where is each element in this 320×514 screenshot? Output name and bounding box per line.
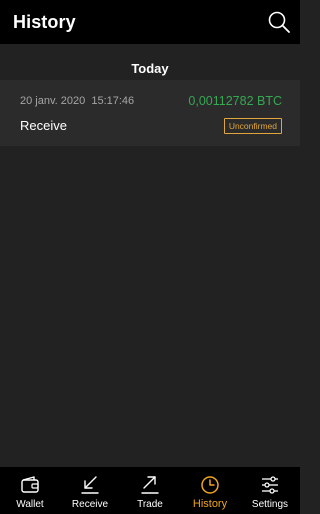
search-icon bbox=[268, 11, 290, 33]
nav-label-settings: Settings bbox=[251, 499, 289, 510]
search-button[interactable] bbox=[266, 9, 292, 35]
bottom-navigation: Wallet Receive Trade History Settings bbox=[0, 467, 300, 514]
status-badge: Unconfirmed bbox=[223, 118, 282, 134]
app-screen: History Today 20 janv. 2020 15:17:46 0,0… bbox=[0, 0, 300, 514]
transaction-type: Receive bbox=[20, 118, 67, 133]
top-bar: History bbox=[0, 0, 300, 44]
transaction-amount: 0,00112782 BTC bbox=[188, 94, 282, 108]
nav-item-history[interactable]: History bbox=[180, 467, 240, 514]
nav-item-wallet[interactable]: Wallet bbox=[0, 467, 60, 514]
transaction-row[interactable]: 20 janv. 2020 15:17:46 0,00112782 BTC Re… bbox=[0, 80, 300, 146]
wallet-icon bbox=[21, 476, 39, 493]
sliders-icon bbox=[262, 476, 278, 494]
trade-arrow-icon bbox=[141, 476, 159, 494]
section-header-today: Today bbox=[131, 60, 169, 76]
nav-label-history: History bbox=[192, 498, 228, 510]
nav-label-wallet: Wallet bbox=[16, 499, 44, 510]
nav-item-receive[interactable]: Receive bbox=[60, 467, 120, 514]
nav-label-trade: Trade bbox=[137, 499, 163, 510]
clock-icon bbox=[201, 476, 219, 494]
transaction-date: 20 janv. 2020 15:17:46 bbox=[20, 95, 135, 107]
page-title: History bbox=[13, 11, 76, 32]
nav-item-trade[interactable]: Trade bbox=[120, 467, 180, 514]
nav-item-settings[interactable]: Settings bbox=[240, 467, 300, 514]
receive-arrow-icon bbox=[81, 476, 99, 494]
nav-label-receive: Receive bbox=[71, 499, 109, 510]
